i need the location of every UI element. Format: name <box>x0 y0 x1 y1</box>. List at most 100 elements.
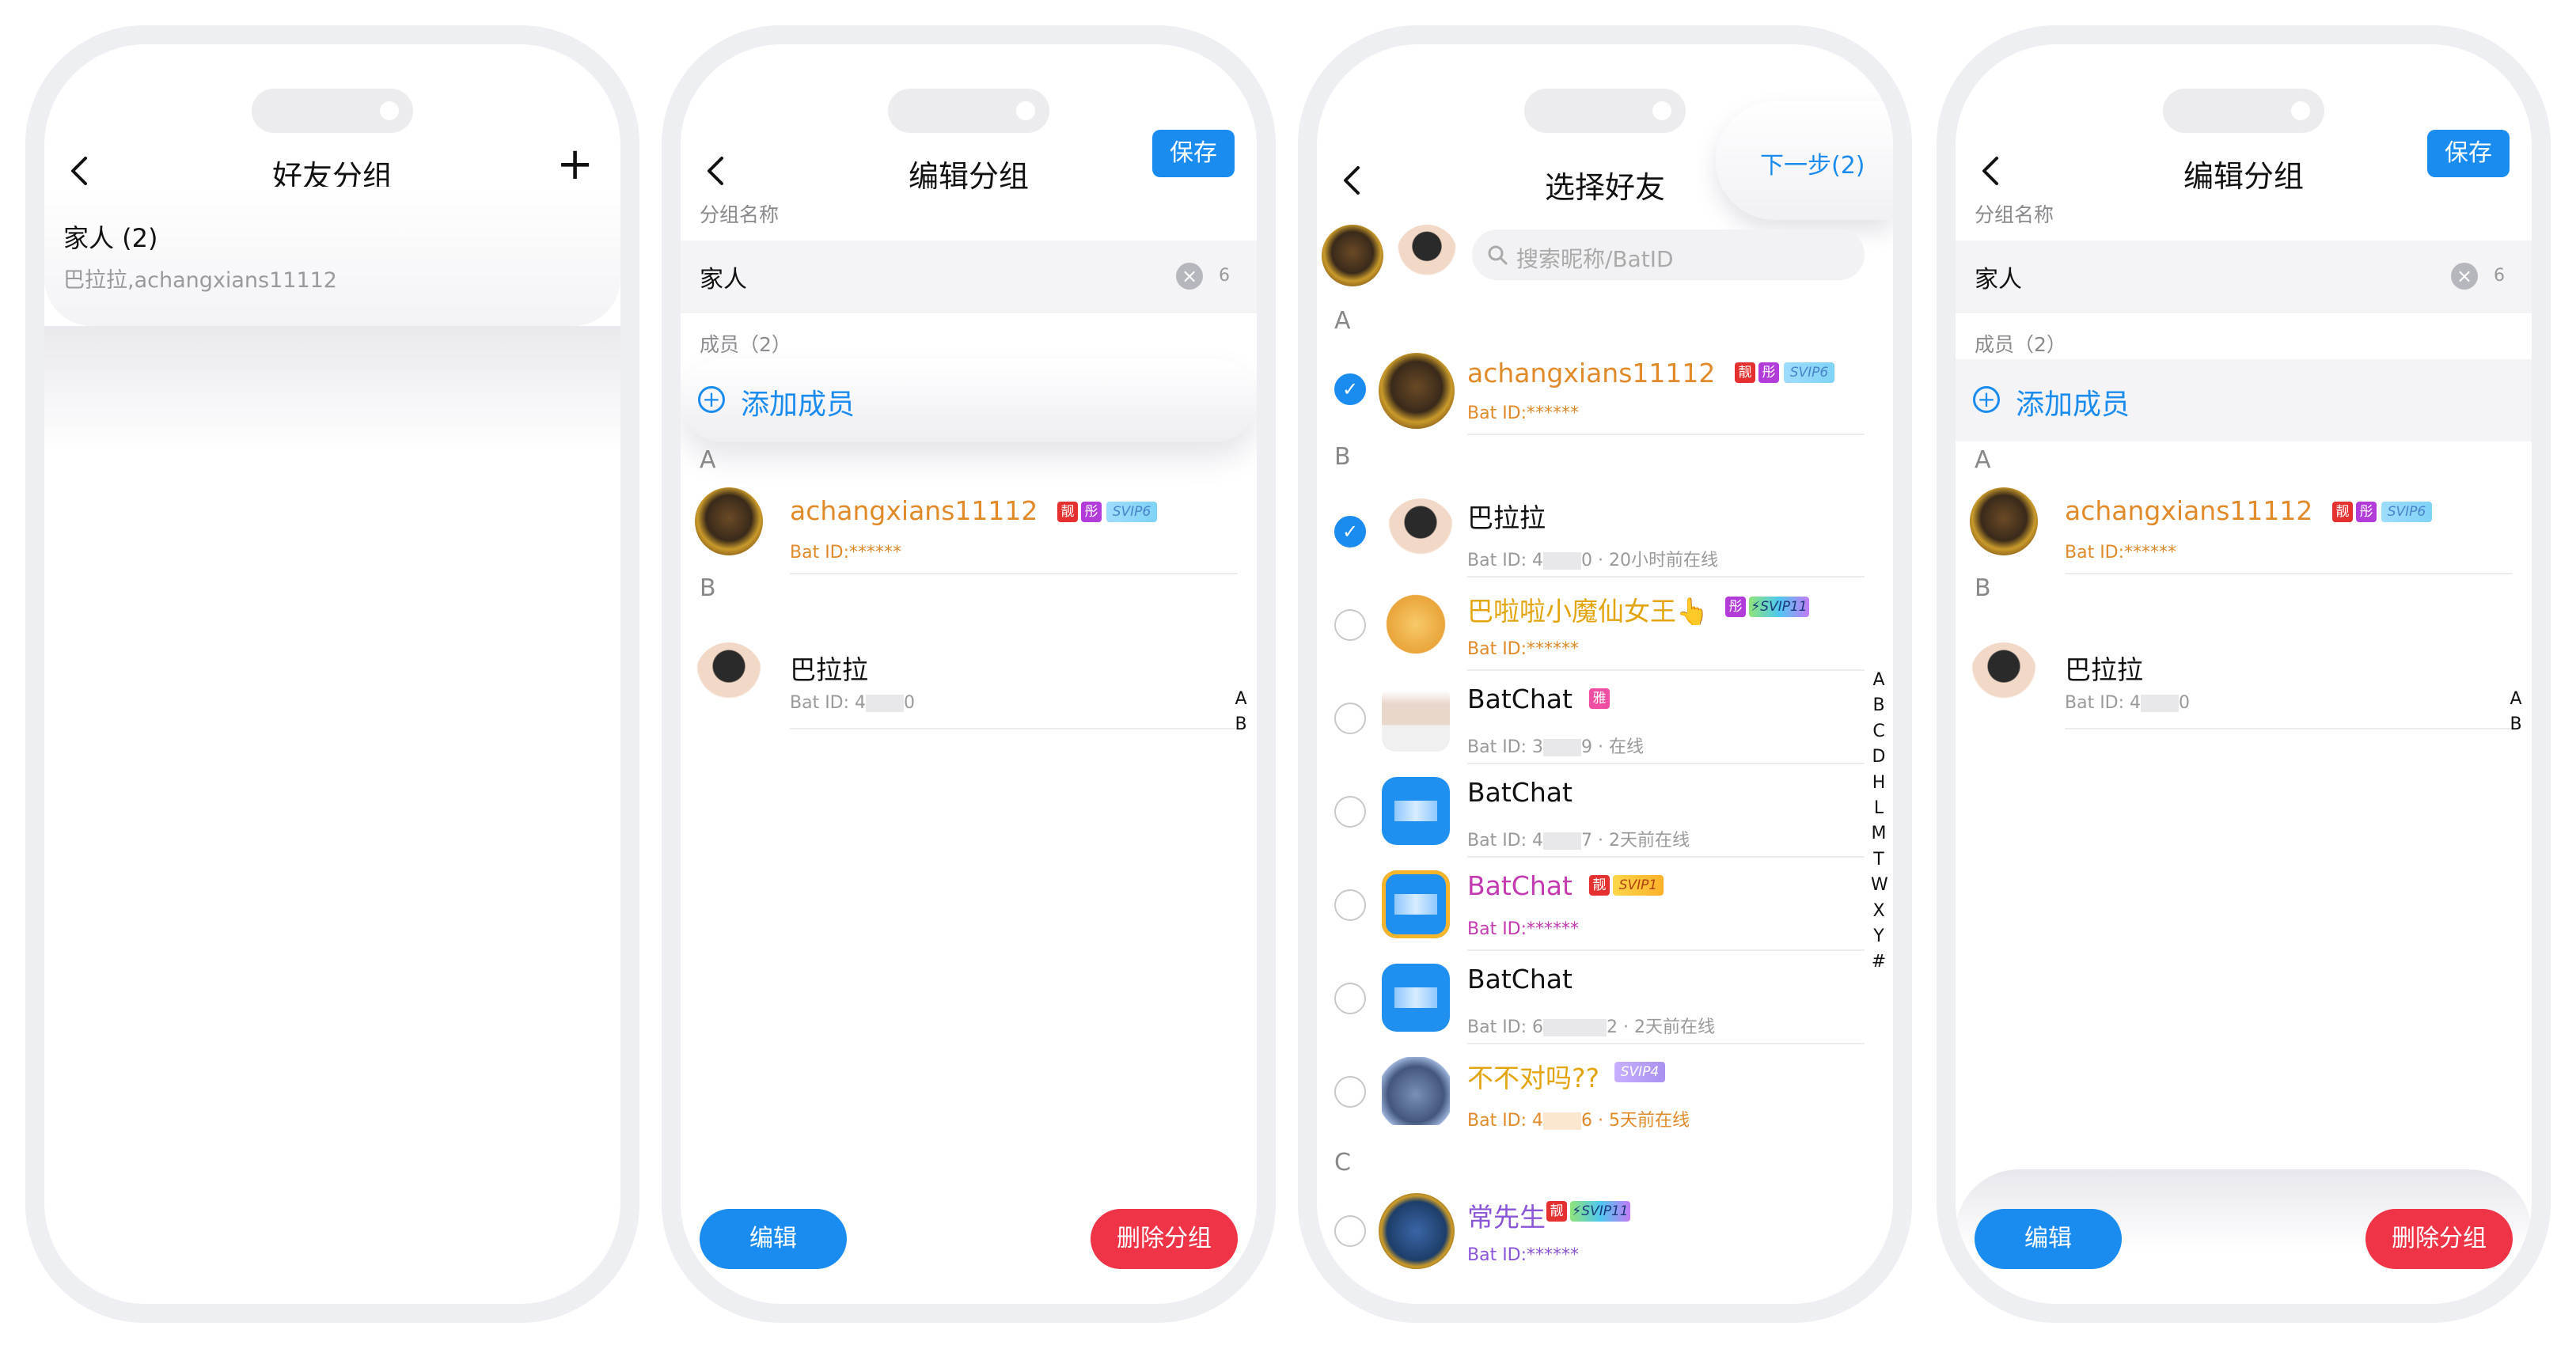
save-button[interactable]: 保存 <box>2427 130 2510 177</box>
masked-digits <box>866 695 905 712</box>
phone-edit-group-after: 编辑分组 保存 分组名称 家人 × 6 成员（2） + 添加成员 A achan… <box>1937 25 2551 1323</box>
select-checkbox[interactable] <box>1334 796 1366 828</box>
group-name-value: 家人 <box>700 266 747 294</box>
divider <box>1467 434 1865 435</box>
select-checkbox[interactable]: ✓ <box>1334 373 1366 405</box>
index-letter[interactable]: L <box>1871 796 1887 821</box>
friend-id-suffix: 9 · 在线 <box>1581 737 1645 757</box>
badge-svip: SVIP4 <box>1614 1062 1665 1082</box>
add-member-label: 添加成员 <box>2016 388 2130 421</box>
screen-edit-group: 编辑分组 保存 分组名称 家人 × 6 成员（2） + 添加成员 A achan… <box>681 44 1257 1304</box>
masked-digits <box>1543 552 1582 570</box>
index-letter[interactable]: # <box>1871 949 1887 975</box>
members-label: 成员（2） <box>1975 333 2066 356</box>
screen-select-friends: 选择好友 下一步(2) 搜索昵称/BatID A ✓ achangxians11… <box>1317 44 1893 1304</box>
index-letter[interactable]: D <box>1871 744 1887 770</box>
avatar <box>1382 777 1450 845</box>
dynamic-island <box>888 89 1049 133</box>
friend-id: Bat ID: 4 0 · 20小时前在线 <box>1467 546 1718 571</box>
select-checkbox[interactable] <box>1334 983 1366 1014</box>
badge-svip: ⚡SVIP11 <box>1749 597 1809 617</box>
phone-select-friends: 选择好友 下一步(2) 搜索昵称/BatID A ✓ achangxians11… <box>1298 25 1912 1323</box>
add-member-button[interactable]: + 添加成员 <box>681 359 1257 441</box>
add-group-icon[interactable]: + <box>556 142 594 187</box>
group-members-summary: 巴拉拉,achangxians11112 <box>63 268 337 293</box>
divider <box>790 573 1238 574</box>
selected-avatar[interactable] <box>1396 225 1458 286</box>
index-b[interactable]: B <box>2508 712 2524 737</box>
friend-id-prefix: Bat ID: 4 <box>1467 551 1544 570</box>
friend-id-suffix: 2 · 2天前在线 <box>1607 1017 1716 1037</box>
char-count: 6 <box>1219 266 1230 286</box>
dynamic-island <box>2163 89 2324 133</box>
delete-group-button[interactable]: 删除分组 <box>2365 1209 2513 1269</box>
avatar <box>1382 590 1450 658</box>
save-button[interactable]: 保存 <box>1152 130 1235 177</box>
clear-input-icon[interactable]: × <box>1176 263 1203 290</box>
member-id-prefix: Bat ID: 4 <box>2065 693 2142 713</box>
friend-id-suffix: 0 · 20小时前在线 <box>1581 551 1719 570</box>
section-header-a: A <box>700 446 716 474</box>
select-checkbox[interactable] <box>1334 1076 1366 1108</box>
index-letter[interactable]: T <box>1871 847 1887 873</box>
index-a[interactable]: A <box>1233 687 1249 712</box>
masked-digits <box>1543 1112 1582 1130</box>
avatar <box>1382 964 1450 1032</box>
avatar <box>1382 870 1450 938</box>
index-letter[interactable]: B <box>1871 693 1887 718</box>
edit-button[interactable]: 编辑 <box>700 1209 847 1269</box>
friend-name: 不不对吗?? <box>1467 1063 1600 1093</box>
select-checkbox[interactable] <box>1334 703 1366 734</box>
index-letter[interactable]: Y <box>1871 924 1887 949</box>
index-letter[interactable]: H <box>1871 771 1887 796</box>
badge-svip: SVIP1 <box>1613 875 1664 896</box>
select-checkbox[interactable] <box>1334 1215 1366 1247</box>
badge-tong: 彤 <box>1758 362 1779 383</box>
section-header-b: B <box>700 574 716 602</box>
friend-name: 巴啦啦小魔仙女王👆 <box>1467 596 1709 627</box>
avatar <box>1970 642 2038 710</box>
index-letter[interactable]: A <box>1871 668 1887 693</box>
char-count: 6 <box>2494 266 2505 286</box>
select-checkbox[interactable] <box>1334 889 1366 921</box>
delete-group-button[interactable]: 删除分组 <box>1091 1209 1238 1269</box>
index-a[interactable]: A <box>2508 687 2524 712</box>
divider <box>1467 1043 1865 1044</box>
index-letter[interactable]: W <box>1871 873 1888 898</box>
friend-id: Bat ID: 4 7 · 2天前在线 <box>1467 826 1690 851</box>
edit-button[interactable]: 编辑 <box>1975 1209 2122 1269</box>
select-checkbox[interactable]: ✓ <box>1334 516 1366 547</box>
add-member-button[interactable]: + 添加成员 <box>1956 359 2532 441</box>
friend-name: achangxians11112 <box>1467 358 1716 388</box>
group-name-value: 家人 <box>1975 266 2022 294</box>
index-letter[interactable]: X <box>1871 899 1887 924</box>
clear-input-icon[interactable]: × <box>2451 263 2478 290</box>
group-name-label: 分组名称 <box>700 203 780 226</box>
group-name-field[interactable]: 家人 × 6 <box>681 241 1257 313</box>
badge-svip: SVIP6 <box>2381 502 2432 522</box>
group-card[interactable]: 家人 (2) 巴拉拉,achangxians11112 <box>44 187 620 326</box>
group-name-field[interactable]: 家人 × 6 <box>1956 241 2532 313</box>
add-member-label: 添加成员 <box>741 388 856 421</box>
select-checkbox[interactable] <box>1334 609 1366 641</box>
friend-id: Bat ID:****** <box>1467 1245 1580 1265</box>
divider <box>790 728 1238 729</box>
selected-avatar[interactable] <box>1322 225 1383 286</box>
divider <box>1467 763 1865 764</box>
index-letter[interactable]: C <box>1871 719 1887 744</box>
divider <box>1467 949 1865 951</box>
masked-digits <box>1543 832 1582 850</box>
friend-name: 常先生 <box>1467 1202 1546 1233</box>
card-shadow <box>44 326 620 453</box>
section-header-b: B <box>1334 443 1351 471</box>
alphabet-index[interactable]: A B C D H L M T W X Y # <box>1871 668 1888 976</box>
divider <box>1467 669 1865 671</box>
member-id: Bat ID: 4 0 <box>790 693 915 713</box>
friend-id-prefix: Bat ID: 3 <box>1467 737 1544 757</box>
member-id-prefix: Bat ID: 4 <box>790 693 867 713</box>
divider <box>2065 573 2513 574</box>
index-letter[interactable]: M <box>1871 821 1887 847</box>
next-step-button[interactable]: 下一步(2) <box>1716 101 1893 220</box>
index-b[interactable]: B <box>1233 712 1249 737</box>
search-input[interactable]: 搜索昵称/BatID <box>1472 229 1865 280</box>
